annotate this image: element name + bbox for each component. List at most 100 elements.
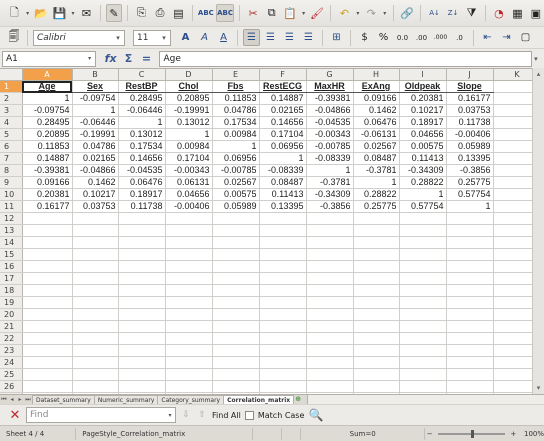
cell[interactable]: -0.00785 [212,164,260,178]
tab-numeric-summary[interactable]: Numeric_summary [93,395,159,404]
column-header[interactable]: G [306,69,354,82]
sum-icon[interactable]: Σ [120,51,138,67]
row-header[interactable]: 3 [0,104,23,118]
function-wizard-icon[interactable]: fx [102,51,120,67]
cell[interactable]: 0.20895 [22,128,73,142]
prev-sheet-icon[interactable]: ◂ [8,395,16,404]
cell[interactable] [165,224,213,238]
row-header[interactable]: 22 [0,332,23,346]
cell[interactable]: 0.1462 [72,176,119,190]
cell[interactable]: -0.34309 [399,164,447,178]
cell[interactable]: 0.00984 [212,128,260,142]
cell[interactable] [22,260,73,274]
cell[interactable]: 0.04656 [165,188,213,202]
zoom-slider[interactable] [438,429,505,438]
cell[interactable] [353,224,400,238]
cell[interactable] [399,212,447,226]
cell[interactable] [353,272,400,286]
cell[interactable] [118,224,166,238]
chevron-down-icon[interactable]: ▾ [165,412,175,419]
autospell-icon[interactable]: ABC [216,4,234,22]
cell[interactable] [212,344,260,358]
chart-icon[interactable]: ◔ [491,4,507,22]
cell[interactable]: 0.17104 [165,152,213,166]
cell[interactable] [259,236,307,250]
print-preview-icon[interactable]: ▤ [170,4,186,22]
cell[interactable]: 0.1462 [353,104,400,118]
cell[interactable]: 1 [259,152,307,166]
cell[interactable]: -0.08339 [259,164,307,178]
cell[interactable]: 0.17104 [259,128,307,142]
cell[interactable]: 0.02165 [72,152,119,166]
cell[interactable] [399,344,447,358]
cell[interactable] [259,308,307,322]
pivot-icon[interactable]: ▦ [509,4,525,22]
cell[interactable]: -0.3856 [446,164,494,178]
cell[interactable]: 0.28495 [118,92,166,106]
font-name-box[interactable]: Calibri ▾ [33,29,125,46]
cell[interactable] [306,272,354,286]
cell[interactable] [212,308,260,322]
cell[interactable]: -0.00343 [165,164,213,178]
column-header[interactable]: E [212,69,260,82]
cell[interactable]: 1 [212,140,260,154]
cell[interactable]: 0.18917 [118,188,166,202]
align-center-icon[interactable]: ☰ [262,29,279,46]
cell[interactable] [118,272,166,286]
cell[interactable]: 0.57754 [399,200,447,214]
cell[interactable] [399,368,447,382]
find-all-button[interactable]: Find All [212,411,241,420]
cell[interactable]: 0.11413 [399,152,447,166]
email-icon[interactable]: ✉ [78,4,94,22]
cell[interactable] [165,284,213,298]
zoom-knob[interactable] [471,429,475,438]
cell[interactable]: -0.00785 [306,140,354,154]
cell[interactable]: 0.14887 [259,92,307,106]
cell[interactable] [72,308,119,322]
cell[interactable] [118,368,166,382]
cell[interactable] [259,260,307,274]
cell[interactable] [72,356,119,370]
cell[interactable]: 0.00575 [399,140,447,154]
cell[interactable] [399,272,447,286]
cell[interactable]: Sex [72,80,119,94]
cell[interactable]: 0.06956 [259,140,307,154]
cell[interactable] [72,272,119,286]
find-replace-icon[interactable]: 🔍 [308,408,324,422]
cell[interactable] [212,236,260,250]
cell[interactable] [446,260,494,274]
cell[interactable] [22,236,73,250]
cell[interactable] [118,296,166,310]
cell[interactable]: 0.06956 [212,152,260,166]
cell[interactable]: 0.14887 [22,152,73,166]
close-icon[interactable]: ✕ [8,408,22,423]
find-previous-icon[interactable]: ⇩ [180,410,192,420]
cell[interactable]: 0.13395 [259,200,307,214]
cell[interactable] [22,272,73,286]
cell[interactable] [212,320,260,334]
cell[interactable]: -0.39381 [22,164,73,178]
column-header[interactable]: J [446,69,494,82]
percent-button[interactable]: % [375,29,392,46]
cell[interactable] [118,344,166,358]
cell[interactable] [306,248,354,262]
cell[interactable] [399,260,447,274]
cell[interactable]: 0.13012 [118,128,166,142]
undo-icon[interactable]: ↶ [336,4,352,22]
cell[interactable] [22,332,73,346]
cell[interactable] [399,332,447,346]
row-header[interactable]: 13 [0,224,23,238]
copy-icon[interactable]: ⧉ [263,4,279,22]
cell[interactable] [165,260,213,274]
cell[interactable] [22,248,73,262]
cell[interactable] [212,368,260,382]
redo-icon[interactable]: ↷ [363,4,379,22]
cell[interactable] [399,224,447,238]
cell[interactable]: 1 [72,104,119,118]
cell[interactable] [72,332,119,346]
cell[interactable] [118,356,166,370]
cell[interactable] [165,272,213,286]
cell[interactable] [72,236,119,250]
sort-asc-icon[interactable]: A↓ [426,4,442,22]
cell[interactable] [118,332,166,346]
